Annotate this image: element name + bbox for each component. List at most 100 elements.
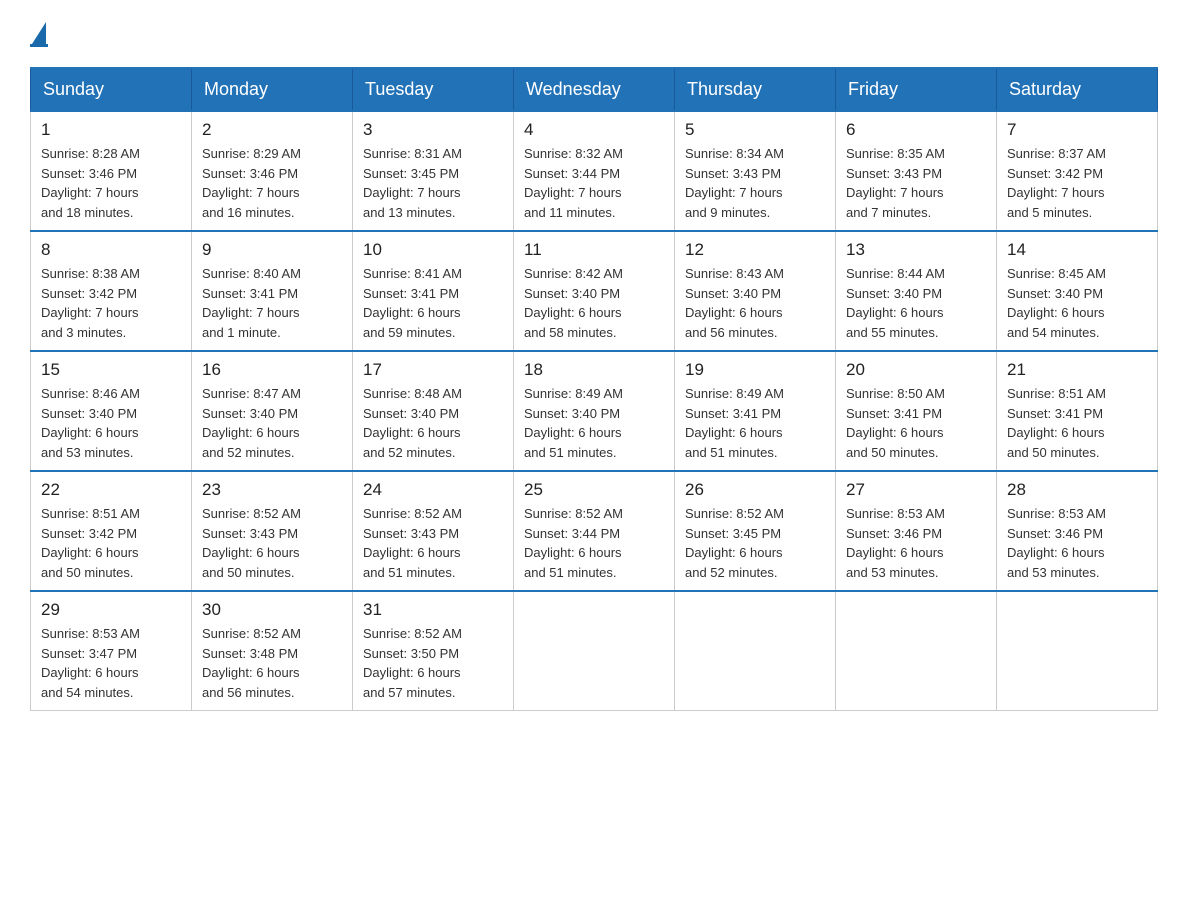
calendar-cell: 16 Sunrise: 8:47 AMSunset: 3:40 PMDayligh… xyxy=(192,351,353,471)
calendar-cell: 28 Sunrise: 8:53 AMSunset: 3:46 PMDayligh… xyxy=(997,471,1158,591)
calendar-cell: 7Sunrise: 8:37 AMSunset: 3:42 PMDaylight… xyxy=(997,111,1158,231)
day-info: Sunrise: 8:49 AMSunset: 3:41 PMDaylight:… xyxy=(685,384,825,462)
weekday-header-tuesday: Tuesday xyxy=(353,68,514,111)
calendar-cell: 25Sunrise: 8:52 AMSunset: 3:44 PMDayligh… xyxy=(514,471,675,591)
day-number: 2 xyxy=(202,120,342,140)
day-info: Sunrise: 8:45 AMSunset: 3:40 PMDaylight:… xyxy=(1007,264,1147,342)
day-number: 1 xyxy=(41,120,181,140)
day-number: 3 xyxy=(363,120,503,140)
day-number: 8 xyxy=(41,240,181,260)
calendar-cell: 9 Sunrise: 8:40 AMSunset: 3:41 PMDaylight… xyxy=(192,231,353,351)
calendar-cell: 24 Sunrise: 8:52 AMSunset: 3:43 PMDayligh… xyxy=(353,471,514,591)
weekday-header-wednesday: Wednesday xyxy=(514,68,675,111)
calendar-cell: 8 Sunrise: 8:38 AMSunset: 3:42 PMDaylight… xyxy=(31,231,192,351)
calendar-cell: 14 Sunrise: 8:45 AMSunset: 3:40 PMDayligh… xyxy=(997,231,1158,351)
calendar-cell: 18 Sunrise: 8:49 AMSunset: 3:40 PMDayligh… xyxy=(514,351,675,471)
calendar-table: SundayMondayTuesdayWednesdayThursdayFrid… xyxy=(30,67,1158,711)
day-number: 26 xyxy=(685,480,825,500)
day-number: 10 xyxy=(363,240,503,260)
day-number: 16 xyxy=(202,360,342,380)
day-info: Sunrise: 8:48 AMSunset: 3:40 PMDaylight:… xyxy=(363,384,503,462)
calendar-cell: 6Sunrise: 8:35 AMSunset: 3:43 PMDaylight… xyxy=(836,111,997,231)
logo xyxy=(30,20,48,47)
calendar-cell: 3 Sunrise: 8:31 AMSunset: 3:45 PMDaylight… xyxy=(353,111,514,231)
day-number: 22 xyxy=(41,480,181,500)
day-info: Sunrise: 8:32 AMSunset: 3:44 PMDaylight:… xyxy=(524,144,664,222)
calendar-cell: 23Sunrise: 8:52 AMSunset: 3:43 PMDayligh… xyxy=(192,471,353,591)
day-info: Sunrise: 8:53 AMSunset: 3:47 PMDaylight:… xyxy=(41,624,181,702)
day-info: Sunrise: 8:43 AMSunset: 3:40 PMDaylight:… xyxy=(685,264,825,342)
calendar-cell: 11 Sunrise: 8:42 AMSunset: 3:40 PMDayligh… xyxy=(514,231,675,351)
day-info: Sunrise: 8:51 AMSunset: 3:42 PMDaylight:… xyxy=(41,504,181,582)
calendar-cell: 15Sunrise: 8:46 AMSunset: 3:40 PMDayligh… xyxy=(31,351,192,471)
day-number: 21 xyxy=(1007,360,1147,380)
weekday-header-friday: Friday xyxy=(836,68,997,111)
day-number: 27 xyxy=(846,480,986,500)
logo-underline xyxy=(30,44,48,47)
page-header xyxy=(30,20,1158,47)
day-info: Sunrise: 8:52 AMSunset: 3:43 PMDaylight:… xyxy=(363,504,503,582)
day-info: Sunrise: 8:42 AMSunset: 3:40 PMDaylight:… xyxy=(524,264,664,342)
calendar-cell: 22 Sunrise: 8:51 AMSunset: 3:42 PMDayligh… xyxy=(31,471,192,591)
day-number: 12 xyxy=(685,240,825,260)
day-info: Sunrise: 8:44 AMSunset: 3:40 PMDaylight:… xyxy=(846,264,986,342)
day-info: Sunrise: 8:52 AMSunset: 3:44 PMDaylight:… xyxy=(524,504,664,582)
day-number: 4 xyxy=(524,120,664,140)
calendar-cell: 26Sunrise: 8:52 AMSunset: 3:45 PMDayligh… xyxy=(675,471,836,591)
day-number: 30 xyxy=(202,600,342,620)
calendar-cell: 31 Sunrise: 8:52 AMSunset: 3:50 PMDayligh… xyxy=(353,591,514,711)
calendar-week-4: 22 Sunrise: 8:51 AMSunset: 3:42 PMDayligh… xyxy=(31,471,1158,591)
day-info: Sunrise: 8:31 AMSunset: 3:45 PMDaylight:… xyxy=(363,144,503,222)
day-info: Sunrise: 8:47 AMSunset: 3:40 PMDaylight:… xyxy=(202,384,342,462)
calendar-cell: 5 Sunrise: 8:34 AMSunset: 3:43 PMDaylight… xyxy=(675,111,836,231)
calendar-week-5: 29Sunrise: 8:53 AMSunset: 3:47 PMDayligh… xyxy=(31,591,1158,711)
day-info: Sunrise: 8:50 AMSunset: 3:41 PMDaylight:… xyxy=(846,384,986,462)
day-info: Sunrise: 8:52 AMSunset: 3:48 PMDaylight:… xyxy=(202,624,342,702)
day-info: Sunrise: 8:38 AMSunset: 3:42 PMDaylight:… xyxy=(41,264,181,342)
day-number: 24 xyxy=(363,480,503,500)
day-info: Sunrise: 8:52 AMSunset: 3:43 PMDaylight:… xyxy=(202,504,342,582)
day-number: 11 xyxy=(524,240,664,260)
calendar-cell: 19 Sunrise: 8:49 AMSunset: 3:41 PMDayligh… xyxy=(675,351,836,471)
day-info: Sunrise: 8:34 AMSunset: 3:43 PMDaylight:… xyxy=(685,144,825,222)
calendar-cell xyxy=(675,591,836,711)
calendar-cell: 1Sunrise: 8:28 AMSunset: 3:46 PMDaylight… xyxy=(31,111,192,231)
weekday-header-monday: Monday xyxy=(192,68,353,111)
day-info: Sunrise: 8:29 AMSunset: 3:46 PMDaylight:… xyxy=(202,144,342,222)
calendar-cell: 20Sunrise: 8:50 AMSunset: 3:41 PMDayligh… xyxy=(836,351,997,471)
calendar-cell: 2 Sunrise: 8:29 AMSunset: 3:46 PMDaylight… xyxy=(192,111,353,231)
day-number: 19 xyxy=(685,360,825,380)
weekday-header-thursday: Thursday xyxy=(675,68,836,111)
calendar-cell: 29Sunrise: 8:53 AMSunset: 3:47 PMDayligh… xyxy=(31,591,192,711)
calendar-week-1: 1Sunrise: 8:28 AMSunset: 3:46 PMDaylight… xyxy=(31,111,1158,231)
day-info: Sunrise: 8:53 AMSunset: 3:46 PMDaylight:… xyxy=(846,504,986,582)
day-number: 14 xyxy=(1007,240,1147,260)
day-number: 13 xyxy=(846,240,986,260)
day-info: Sunrise: 8:51 AMSunset: 3:41 PMDaylight:… xyxy=(1007,384,1147,462)
weekday-header-saturday: Saturday xyxy=(997,68,1158,111)
weekday-header-row: SundayMondayTuesdayWednesdayThursdayFrid… xyxy=(31,68,1158,111)
day-number: 18 xyxy=(524,360,664,380)
weekday-header-sunday: Sunday xyxy=(31,68,192,111)
day-info: Sunrise: 8:40 AMSunset: 3:41 PMDaylight:… xyxy=(202,264,342,342)
calendar-cell: 4 Sunrise: 8:32 AMSunset: 3:44 PMDaylight… xyxy=(514,111,675,231)
day-number: 17 xyxy=(363,360,503,380)
calendar-cell: 12 Sunrise: 8:43 AMSunset: 3:40 PMDayligh… xyxy=(675,231,836,351)
day-number: 5 xyxy=(685,120,825,140)
calendar-cell: 30 Sunrise: 8:52 AMSunset: 3:48 PMDayligh… xyxy=(192,591,353,711)
day-info: Sunrise: 8:46 AMSunset: 3:40 PMDaylight:… xyxy=(41,384,181,462)
calendar-cell: 17 Sunrise: 8:48 AMSunset: 3:40 PMDayligh… xyxy=(353,351,514,471)
calendar-cell xyxy=(514,591,675,711)
calendar-cell: 13 Sunrise: 8:44 AMSunset: 3:40 PMDayligh… xyxy=(836,231,997,351)
calendar-cell: 21 Sunrise: 8:51 AMSunset: 3:41 PMDayligh… xyxy=(997,351,1158,471)
day-number: 28 xyxy=(1007,480,1147,500)
day-number: 9 xyxy=(202,240,342,260)
day-info: Sunrise: 8:52 AMSunset: 3:50 PMDaylight:… xyxy=(363,624,503,702)
day-number: 7 xyxy=(1007,120,1147,140)
day-info: Sunrise: 8:53 AMSunset: 3:46 PMDaylight:… xyxy=(1007,504,1147,582)
calendar-cell: 10Sunrise: 8:41 AMSunset: 3:41 PMDayligh… xyxy=(353,231,514,351)
day-info: Sunrise: 8:49 AMSunset: 3:40 PMDaylight:… xyxy=(524,384,664,462)
calendar-week-2: 8 Sunrise: 8:38 AMSunset: 3:42 PMDaylight… xyxy=(31,231,1158,351)
day-number: 31 xyxy=(363,600,503,620)
logo-triangle-icon xyxy=(32,22,46,44)
